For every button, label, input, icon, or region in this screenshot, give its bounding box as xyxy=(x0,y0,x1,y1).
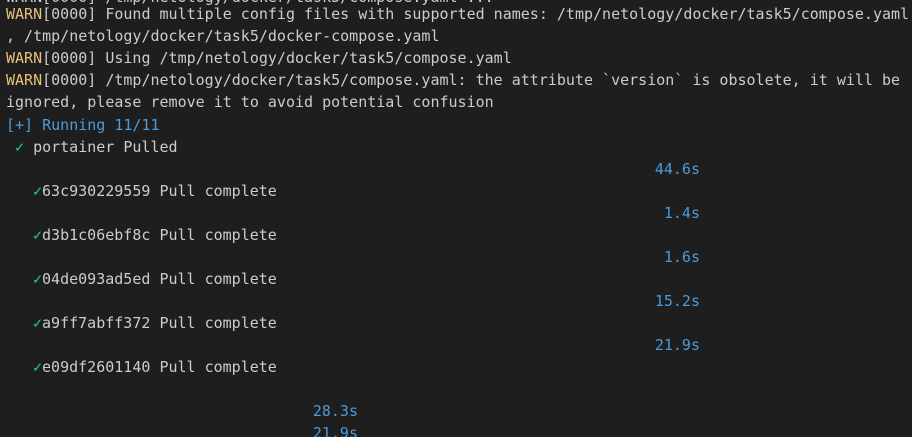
layer-id: 63c930229559 xyxy=(42,182,151,200)
warn-line-multiple-configs: WARN[0000] Found multiple config files w… xyxy=(6,3,909,25)
warn-code: [0000] xyxy=(42,71,106,89)
layer-status: Pull complete xyxy=(159,314,277,332)
layer-line: ✓e09df2601140 Pull complete xyxy=(33,356,277,378)
warn-code: [0000] xyxy=(42,5,106,23)
layer-status: Pull complete xyxy=(159,182,277,200)
main-pull-line: ✓ portainer Pulled xyxy=(15,136,178,158)
layer-line: ✓a9ff7abff372 Pull complete xyxy=(33,312,277,334)
check-icon: ✓ xyxy=(33,182,43,200)
warn-tag: WARN xyxy=(6,5,43,23)
warn-message: Found multiple config files with support… xyxy=(105,5,910,23)
warn-line-version-obsolete: WARN[0000] /tmp/netology/docker/task5/co… xyxy=(6,69,900,91)
layer-time: 1.6s xyxy=(663,248,700,266)
main-pull-time: 44.6s xyxy=(654,160,700,178)
terminal-output[interactable]: WARN[0000] /tmp/netology/docker/task5/co… xyxy=(0,0,912,437)
check-icon: ✓ xyxy=(33,358,43,376)
layer-time: 21.9s xyxy=(654,336,700,354)
layer-time: 15.2s xyxy=(654,292,700,310)
check-icon: ✓ xyxy=(33,314,43,332)
main-pull-label: portainer Pulled xyxy=(33,138,178,156)
trailing-time: 21.9s xyxy=(312,424,358,437)
warn-line-continuation: ignored, please remove it to avoid poten… xyxy=(6,91,494,113)
warn-tag: WARN xyxy=(6,71,43,89)
warn-code: [0000] xyxy=(42,49,106,67)
layer-id: 04de093ad5ed xyxy=(42,270,151,288)
check-icon: ✓ xyxy=(33,226,43,244)
layer-id: e09df2601140 xyxy=(42,358,151,376)
warn-message: Using /tmp/netology/docker/task5/compose… xyxy=(105,49,512,67)
layer-time: 1.4s xyxy=(663,204,700,222)
layer-status: Pull complete xyxy=(159,226,277,244)
trailing-time: 28.3s xyxy=(312,402,358,420)
layer-status: Pull complete xyxy=(159,270,277,288)
layer-status: Pull complete xyxy=(159,358,277,376)
layer-line: ✓63c930229559 Pull complete xyxy=(33,180,277,202)
layer-id: d3b1c06ebf8c xyxy=(42,226,151,244)
running-status: [+] Running 11/11 xyxy=(6,116,160,134)
warn-tag: WARN xyxy=(6,49,43,67)
warn-message: /tmp/netology/docker/task5/compose.yaml:… xyxy=(105,71,901,89)
warn-line-continuation: , /tmp/netology/docker/task5/docker-comp… xyxy=(6,25,439,47)
warn-message-cont: ignored, please remove it to avoid poten… xyxy=(6,93,494,111)
warn-line-using-config: WARN[0000] Using /tmp/netology/docker/ta… xyxy=(6,47,512,69)
check-icon: ✓ xyxy=(15,138,25,156)
warn-message-cont: , /tmp/netology/docker/task5/docker-comp… xyxy=(6,27,440,45)
layer-line: ✓d3b1c06ebf8c Pull complete xyxy=(33,224,277,246)
check-icon: ✓ xyxy=(33,270,43,288)
layer-id: a9ff7abff372 xyxy=(42,314,151,332)
layer-line: ✓04de093ad5ed Pull complete xyxy=(33,268,277,290)
